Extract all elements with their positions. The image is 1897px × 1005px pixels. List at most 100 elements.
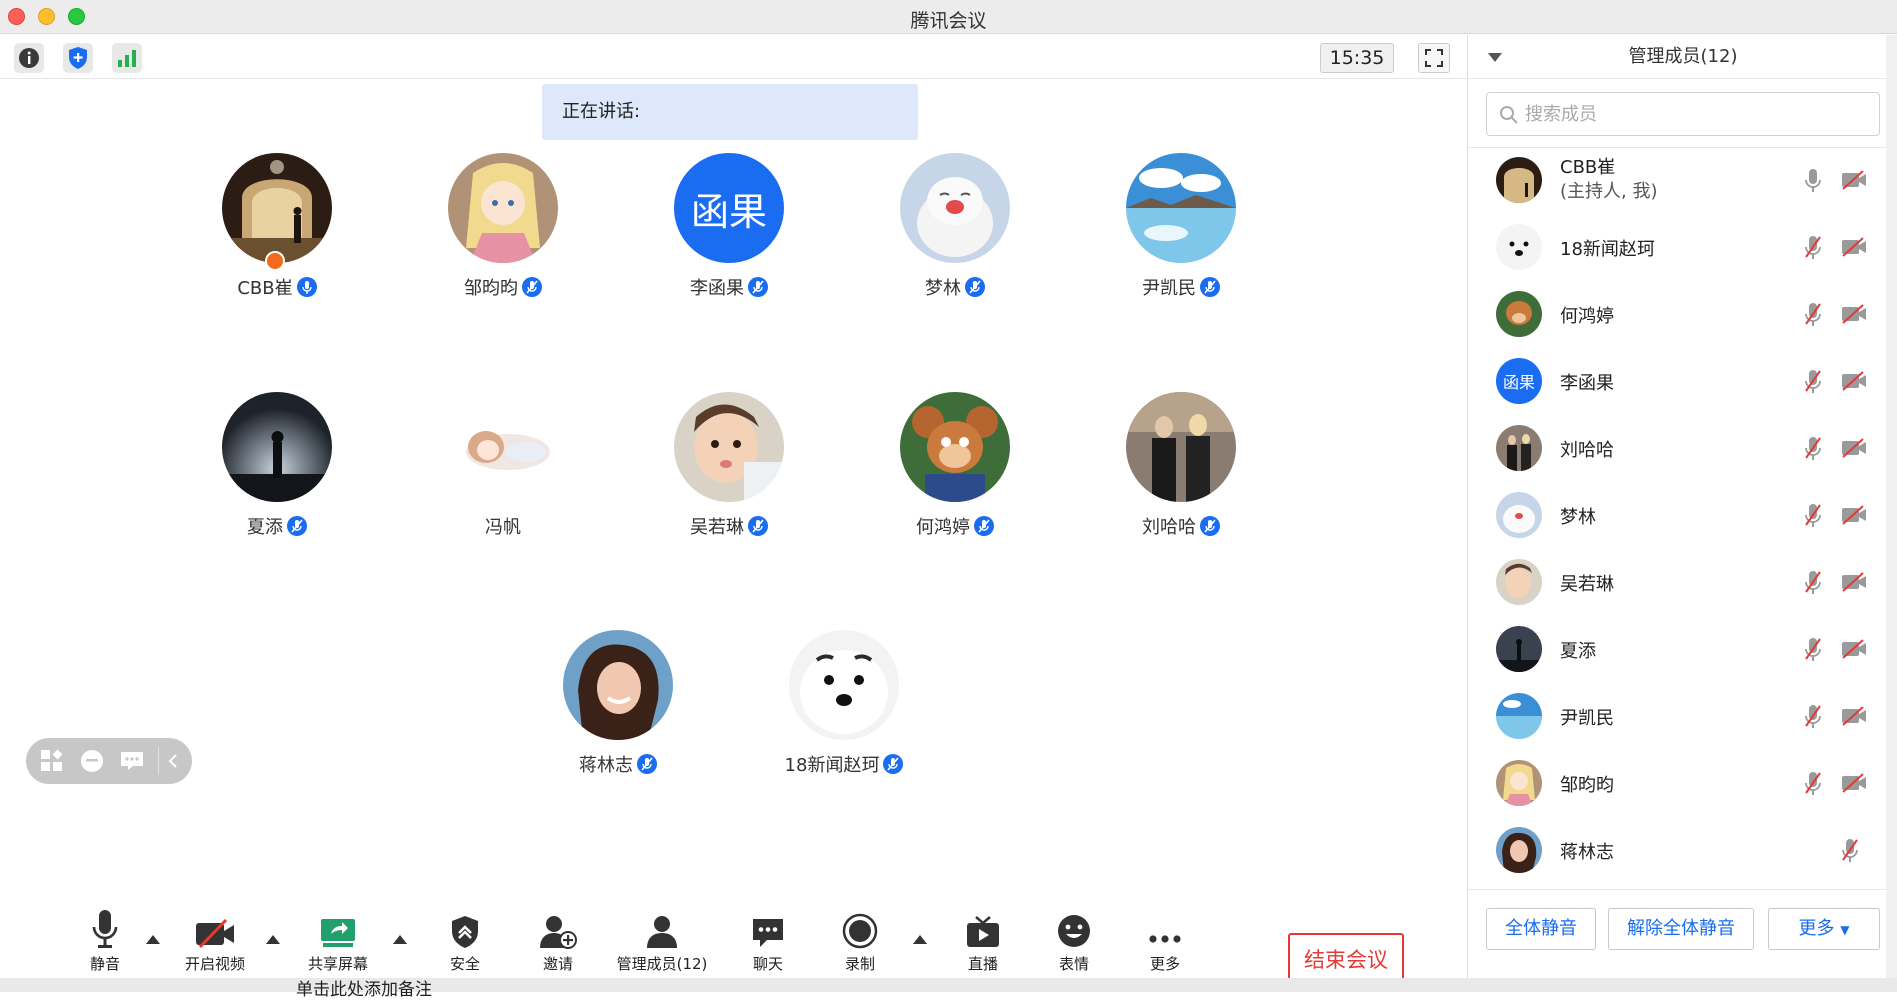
avatar xyxy=(1496,492,1542,538)
start-video-button[interactable]: 开启视频 xyxy=(165,903,265,974)
share-screen-icon xyxy=(321,919,355,947)
participant-tile[interactable]: 尹凯民 xyxy=(1071,153,1291,333)
member-row[interactable]: CBB崔 (主持人, 我) xyxy=(1468,148,1897,215)
invite-button[interactable]: 邀请 xyxy=(508,903,608,974)
avatar xyxy=(1496,626,1542,672)
member-row[interactable]: 吴若琳 xyxy=(1468,550,1897,617)
mute-button[interactable]: 静音 xyxy=(55,903,155,974)
background-app-strip: 单击此处添加备注 xyxy=(0,978,1897,1000)
fullscreen-icon[interactable] xyxy=(1418,43,1450,73)
participant-tile[interactable]: 夏添 xyxy=(167,392,387,572)
mic-muted-icon[interactable] xyxy=(1804,503,1822,529)
live-label: 直播 xyxy=(967,955,998,973)
member-name: 李函果 xyxy=(1560,373,1614,394)
member-name: 梦林 xyxy=(1560,507,1596,528)
member-row[interactable]: 夏添 xyxy=(1468,617,1897,684)
avatar xyxy=(1496,760,1542,806)
participant-tile[interactable]: 蒋林志 xyxy=(508,630,728,810)
chat-button[interactable]: 聊天 xyxy=(718,903,818,974)
participant-tile[interactable]: 函果 李函果 xyxy=(619,153,839,333)
member-row[interactable]: 函果 李函果 xyxy=(1468,349,1897,416)
video-off-icon[interactable] xyxy=(1841,572,1867,592)
participant-name: 梦林 xyxy=(925,278,961,299)
video-off-icon[interactable] xyxy=(1841,371,1867,391)
mic-muted-icon xyxy=(1200,277,1220,297)
signal-icon[interactable] xyxy=(112,43,142,73)
mic-muted-icon[interactable] xyxy=(1804,570,1822,596)
participant-tile[interactable]: 邹昀昀 xyxy=(393,153,613,333)
mic-muted-icon xyxy=(883,754,904,774)
emoji-button[interactable]: 表情 xyxy=(1024,903,1124,974)
emoji-icon[interactable] xyxy=(78,747,106,775)
video-off-icon[interactable] xyxy=(1841,706,1867,726)
mic-muted-icon[interactable] xyxy=(1804,704,1822,730)
member-row[interactable]: 梦林 xyxy=(1468,483,1897,550)
collapse-triangle-icon[interactable] xyxy=(1488,53,1502,62)
security-button[interactable]: 安全 xyxy=(415,903,515,974)
mic-muted-icon[interactable] xyxy=(1804,302,1822,328)
mic-muted-icon[interactable] xyxy=(1804,771,1822,797)
avatar xyxy=(222,153,332,263)
mic-muted-icon xyxy=(287,516,307,536)
member-name: 吴若琳 xyxy=(1560,574,1614,595)
collapse-chevron-icon[interactable] xyxy=(158,747,186,775)
more-button[interactable]: 更多 xyxy=(1115,903,1215,974)
member-row[interactable]: 尹凯民 xyxy=(1468,684,1897,751)
participant-tile[interactable]: 18新闻赵珂 xyxy=(734,630,954,810)
participant-tile[interactable]: 梦林 xyxy=(845,153,1065,333)
participant-tile[interactable]: 冯帆 xyxy=(393,392,613,572)
participant-tile[interactable]: 吴若琳 xyxy=(619,392,839,572)
participant-tile[interactable]: CBB崔 xyxy=(167,153,387,333)
mute-options-caret[interactable] xyxy=(146,935,160,944)
mic-muted-icon[interactable] xyxy=(1804,436,1822,462)
avatar xyxy=(674,392,784,502)
share-screen-button[interactable]: 共享屏幕 xyxy=(288,903,388,974)
mic-muted-icon[interactable] xyxy=(1804,369,1822,395)
record-options-caret[interactable] xyxy=(913,935,927,944)
record-button[interactable]: 录制 xyxy=(810,903,910,974)
video-off-icon[interactable] xyxy=(1841,304,1867,324)
shield-icon[interactable] xyxy=(63,43,93,73)
members-panel: 管理成员(12) CBB崔 (主持人, 我) 18新闻赵珂 何鸿婷 xyxy=(1467,35,1897,978)
participant-tile[interactable]: 刘哈哈 xyxy=(1071,392,1291,572)
mic-muted-icon xyxy=(748,277,768,297)
video-off-icon[interactable] xyxy=(1841,773,1867,793)
record-label: 录制 xyxy=(844,955,875,973)
avatar xyxy=(448,392,558,502)
member-row[interactable]: 何鸿婷 xyxy=(1468,282,1897,349)
title-bar: 腾讯会议 xyxy=(0,0,1897,34)
participant-tile[interactable]: 何鸿婷 xyxy=(845,392,1065,572)
more-options-button[interactable]: 更多 ▼ xyxy=(1768,908,1880,950)
search-input[interactable] xyxy=(1525,99,1865,129)
info-icon[interactable] xyxy=(14,43,44,73)
unmute-all-button[interactable]: 解除全体静音 xyxy=(1608,908,1754,950)
video-off-icon[interactable] xyxy=(1841,505,1867,525)
video-off-icon[interactable] xyxy=(1841,438,1867,458)
live-button[interactable]: 直播 xyxy=(933,903,1033,974)
members-panel-footer: 全体静音 解除全体静音 更多 ▼ xyxy=(1468,889,1897,978)
video-off-icon[interactable] xyxy=(1841,170,1867,190)
manage-members-button[interactable]: 管理成员(12) xyxy=(612,903,712,974)
mic-muted-icon xyxy=(965,277,985,297)
video-options-caret[interactable] xyxy=(266,935,280,944)
participant-name: 李函果 xyxy=(690,278,744,299)
mic-muted-icon[interactable] xyxy=(1841,838,1859,864)
video-off-icon[interactable] xyxy=(1841,639,1867,659)
member-row[interactable]: 18新闻赵珂 xyxy=(1468,215,1897,282)
avatar xyxy=(222,392,332,502)
mic-muted-icon xyxy=(974,516,994,536)
video-off-icon xyxy=(196,919,234,949)
chat-bubble-icon[interactable] xyxy=(118,747,146,775)
mute-all-button[interactable]: 全体静音 xyxy=(1486,908,1596,950)
participant-name: 18新闻赵珂 xyxy=(784,755,880,776)
layout-icon[interactable] xyxy=(38,747,66,775)
more-options-label: 更多 xyxy=(1798,918,1835,939)
member-row[interactable]: 刘哈哈 xyxy=(1468,416,1897,483)
share-options-caret[interactable] xyxy=(393,935,407,944)
mic-muted-icon[interactable] xyxy=(1804,637,1822,663)
member-row[interactable]: 邹昀昀 xyxy=(1468,751,1897,818)
member-row[interactable]: 蒋林志 xyxy=(1468,818,1897,885)
video-off-icon[interactable] xyxy=(1841,237,1867,257)
microphone-icon[interactable] xyxy=(1804,168,1822,194)
mic-muted-icon[interactable] xyxy=(1804,235,1822,261)
